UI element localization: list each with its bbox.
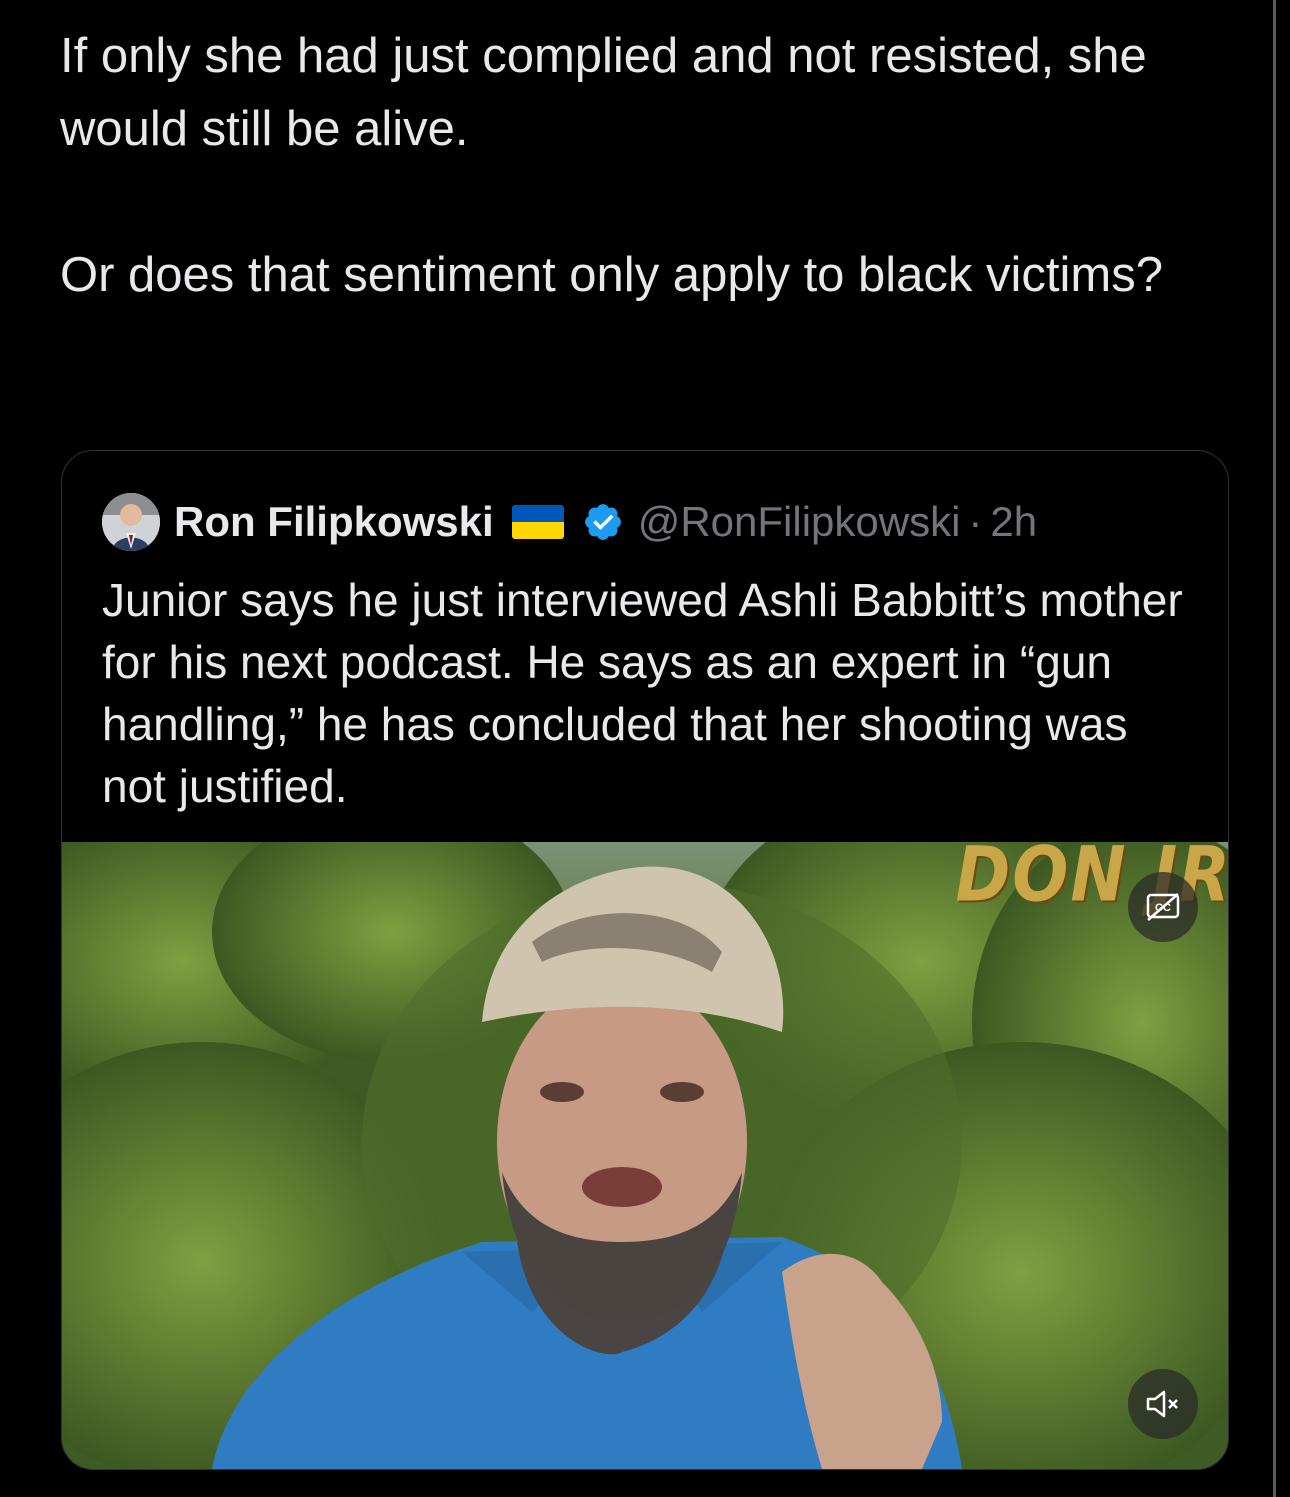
quoted-post-header: Ron Filipkowski @RonFilipkowski · 2h — [102, 491, 1037, 553]
verified-badge-icon — [584, 504, 621, 540]
muted-speaker-icon — [1146, 1390, 1178, 1418]
avatar[interactable] — [102, 493, 160, 551]
video-player[interactable]: DON JR CC — [62, 842, 1228, 1469]
author-handle[interactable]: @RonFilipkowski — [638, 498, 961, 546]
separator-dot: · — [968, 498, 983, 545]
author-name[interactable]: Ron Filipkowski — [174, 498, 494, 546]
post-text: If only she had just complied and not re… — [60, 20, 1210, 312]
ukraine-flag-icon — [511, 505, 564, 539]
mute-button[interactable] — [1128, 1369, 1198, 1439]
closed-captions-button[interactable]: CC — [1128, 872, 1198, 942]
scrollbar[interactable] — [1273, 0, 1276, 1497]
quoted-post-card[interactable]: Ron Filipkowski @RonFilipkowski · 2h Jun… — [61, 450, 1229, 1470]
post-paragraph-1: If only she had just complied and not re… — [60, 29, 1147, 156]
quoted-post-text: Junior says he just interviewed Ashli Ba… — [102, 574, 1183, 812]
video-frame — [62, 842, 1228, 1469]
post-timestamp[interactable]: 2h — [990, 498, 1037, 546]
closed-captions-icon: CC — [1146, 893, 1180, 921]
post-paragraph-2: Or does that sentiment only apply to bla… — [60, 248, 1164, 302]
